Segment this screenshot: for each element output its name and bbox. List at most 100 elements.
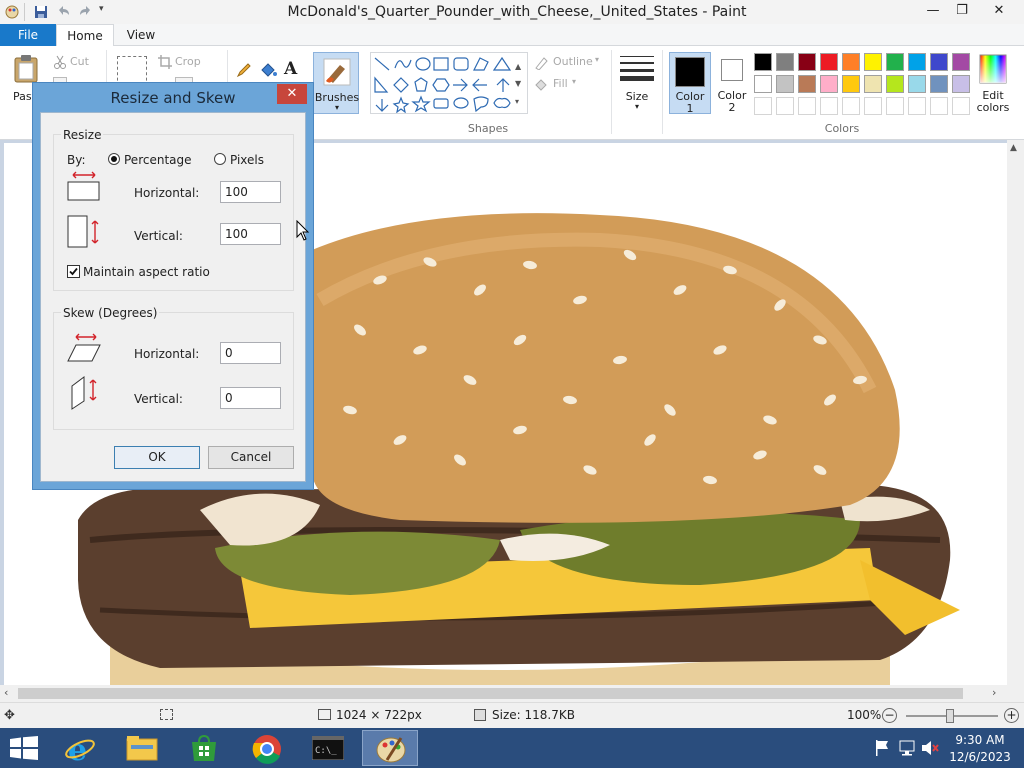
palette-swatch[interactable]: [864, 53, 882, 71]
zoom-in-icon[interactable]: +: [1004, 708, 1019, 723]
taskbar-chrome[interactable]: [238, 730, 294, 766]
palette-swatch[interactable]: [754, 75, 772, 93]
shapes-scroll-up-icon[interactable]: ▲: [515, 62, 521, 71]
taskbar-paint[interactable]: [362, 730, 418, 766]
resize-vertical-field[interactable]: 100: [220, 223, 281, 245]
palette-swatch[interactable]: [930, 75, 948, 93]
network-icon[interactable]: [898, 740, 916, 759]
palette-swatch[interactable]: [908, 53, 926, 71]
scroll-left-icon[interactable]: ‹: [4, 686, 8, 699]
outline-button[interactable]: Outline: [553, 55, 593, 68]
taskbar-internet-explorer[interactable]: e: [52, 730, 108, 766]
action-center-flag-icon[interactable]: [875, 740, 889, 759]
image-size-icon: [318, 709, 331, 720]
vertical-scrollbar[interactable]: ▲: [1007, 140, 1024, 685]
shapes-more-icon[interactable]: ▾: [515, 97, 519, 106]
palette-empty-slot[interactable]: [820, 97, 838, 115]
palette-empty-slot[interactable]: [798, 97, 816, 115]
status-bar: ✥ 1024 × 722px Size: 118.7KB 100% − +: [0, 702, 1024, 728]
pixels-radio[interactable]: [214, 153, 226, 165]
cut-icon[interactable]: [53, 55, 67, 72]
size-icon[interactable]: [620, 54, 654, 87]
palette-swatch[interactable]: [842, 53, 860, 71]
zoom-slider-thumb[interactable]: [946, 709, 954, 723]
color2-button[interactable]: Color 2: [713, 52, 751, 114]
tab-file[interactable]: File: [0, 24, 56, 46]
palette-swatch[interactable]: [776, 75, 794, 93]
edit-colors-button[interactable]: Edit colors: [974, 90, 1012, 114]
horizontal-scroll-thumb[interactable]: [18, 688, 963, 699]
crop-icon[interactable]: [158, 55, 172, 72]
taskbar-store[interactable]: [176, 730, 232, 766]
start-icon[interactable]: [10, 736, 38, 763]
dialog-close-button[interactable]: ✕: [277, 84, 307, 104]
taskbar-file-explorer[interactable]: [114, 730, 170, 766]
palette-swatch[interactable]: [930, 53, 948, 71]
clock-time[interactable]: 9:30 AM: [948, 733, 1012, 747]
cancel-button[interactable]: Cancel: [208, 446, 294, 469]
palette-swatch[interactable]: [842, 75, 860, 93]
maintain-aspect-checkbox[interactable]: [67, 265, 80, 278]
volume-muted-icon[interactable]: [921, 740, 939, 759]
resize-group-label: Resize: [61, 128, 104, 142]
shapes-scroll-down-icon[interactable]: ▼: [515, 79, 521, 88]
taskbar-command-prompt[interactable]: C:\_: [300, 730, 356, 766]
skew-horizontal-label: Horizontal:: [134, 347, 200, 361]
percentage-radio[interactable]: [108, 153, 120, 165]
fill-icon[interactable]: [534, 78, 548, 95]
palette-swatch[interactable]: [886, 75, 904, 93]
minimize-button[interactable]: —: [918, 0, 948, 22]
restore-button[interactable]: ❐: [948, 0, 976, 22]
close-button[interactable]: ✕: [976, 0, 1022, 22]
zoom-out-icon[interactable]: −: [882, 708, 897, 723]
palette-empty-slot[interactable]: [754, 97, 772, 115]
palette-swatch[interactable]: [952, 53, 970, 71]
outline-icon[interactable]: [534, 56, 548, 73]
pencil-icon[interactable]: [236, 62, 252, 81]
maintain-aspect-label[interactable]: Maintain aspect ratio: [83, 265, 210, 279]
palette-swatch[interactable]: [820, 75, 838, 93]
color2-label: Color 2: [717, 89, 747, 114]
tab-home[interactable]: Home: [56, 24, 114, 47]
palette-empty-slot[interactable]: [776, 97, 794, 115]
shapes-gallery[interactable]: [370, 52, 528, 114]
mouse-cursor-icon: [296, 219, 310, 245]
cut-button[interactable]: Cut: [70, 55, 89, 68]
palette-swatch[interactable]: [864, 75, 882, 93]
palette-swatch[interactable]: [820, 53, 838, 71]
crop-button[interactable]: Crop: [175, 55, 201, 68]
resize-horizontal-field[interactable]: 100: [220, 181, 281, 203]
palette-swatch[interactable]: [798, 53, 816, 71]
palette-swatch[interactable]: [754, 53, 772, 71]
palette-empty-slot[interactable]: [908, 97, 926, 115]
fill-bucket-icon[interactable]: [259, 62, 277, 81]
skew-vertical-field[interactable]: 0: [220, 387, 281, 409]
skew-horizontal-field[interactable]: 0: [220, 342, 281, 364]
scroll-right-icon[interactable]: ›: [992, 686, 996, 699]
palette-swatch[interactable]: [886, 53, 904, 71]
palette-empty-slot[interactable]: [864, 97, 882, 115]
text-tool-icon[interactable]: A: [284, 59, 297, 79]
palette-swatch[interactable]: [908, 75, 926, 93]
palette-empty-slot[interactable]: [842, 97, 860, 115]
tab-view[interactable]: View: [118, 24, 164, 47]
vertical-skew-icon: [71, 376, 101, 413]
color1-button[interactable]: Color 1: [669, 52, 711, 115]
palette-empty-slot[interactable]: [930, 97, 948, 115]
clock-date[interactable]: 12/6/2023: [948, 750, 1012, 764]
palette-empty-slot[interactable]: [952, 97, 970, 115]
edit-colors-icon[interactable]: [979, 54, 1007, 87]
pixels-label[interactable]: Pixels: [230, 153, 264, 167]
horizontal-scrollbar[interactable]: ‹ ›: [0, 685, 1024, 702]
palette-swatch[interactable]: [952, 75, 970, 93]
image-dimensions: 1024 × 722px: [336, 708, 422, 722]
brushes-button[interactable]: Brushes ▾: [313, 52, 359, 114]
ok-button[interactable]: OK: [114, 446, 200, 469]
percentage-label[interactable]: Percentage: [124, 153, 192, 167]
palette-empty-slot[interactable]: [886, 97, 904, 115]
palette-swatch[interactable]: [776, 53, 794, 71]
scroll-up-icon[interactable]: ▲: [1010, 143, 1017, 153]
palette-swatch[interactable]: [798, 75, 816, 93]
fill-button[interactable]: Fill: [553, 77, 568, 90]
skew-vertical-label: Vertical:: [134, 392, 183, 406]
